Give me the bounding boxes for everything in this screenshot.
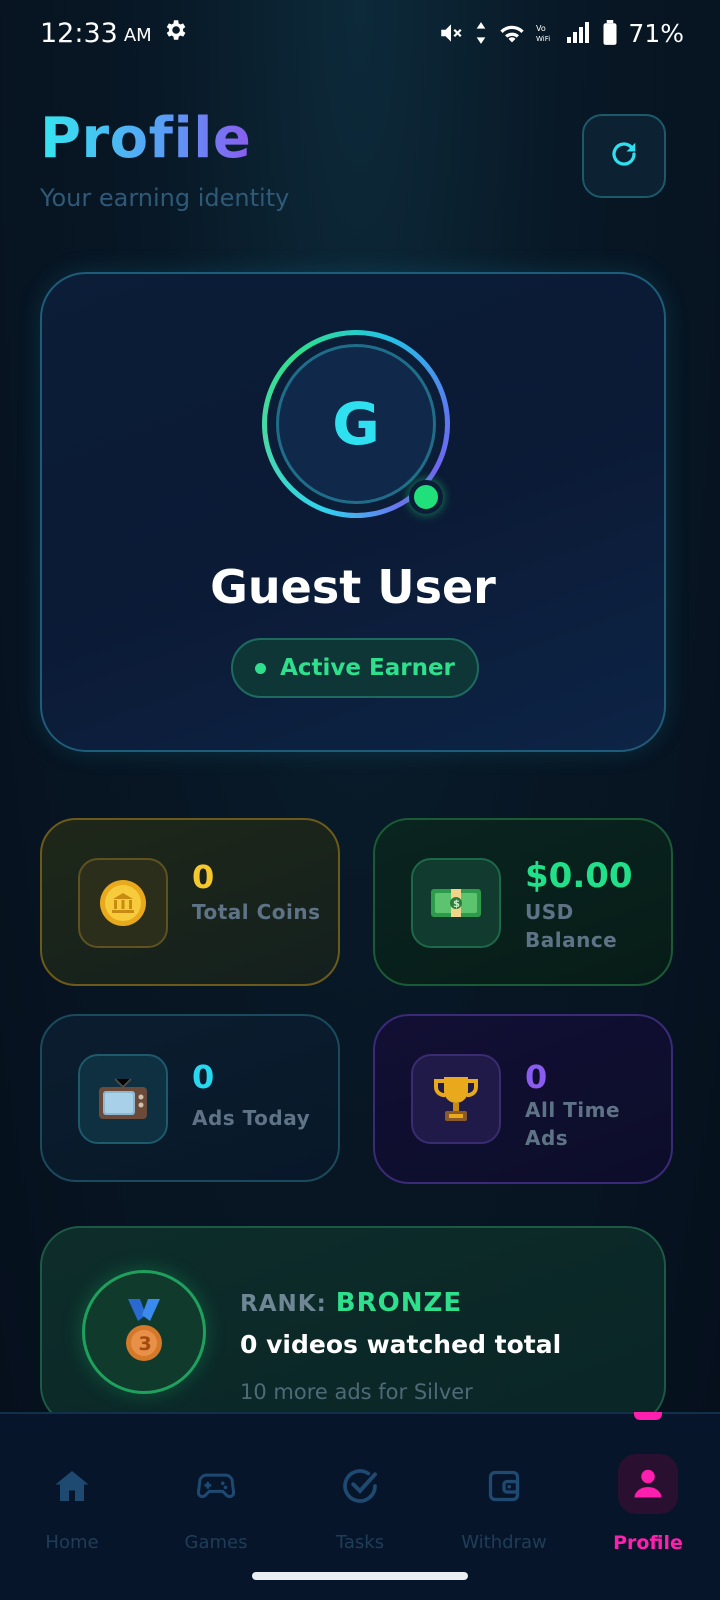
ads-today-value: 0 [192, 1058, 215, 1096]
coin-icon [78, 858, 168, 948]
nav-label-tasks: Tasks [335, 1532, 385, 1553]
svg-text:Vo: Vo [536, 24, 546, 33]
nav-item-games[interactable]: Games [144, 1454, 288, 1564]
nav-label-games: Games [184, 1532, 248, 1553]
nav-item-tasks[interactable]: Tasks [288, 1454, 432, 1564]
gamepad-icon [184, 1454, 248, 1518]
stat-card-coins: 0 Total Coins [40, 818, 340, 986]
tv-icon [78, 1054, 168, 1144]
nav-label-withdraw: Withdraw [461, 1532, 547, 1553]
refresh-button[interactable] [582, 114, 666, 198]
refresh-icon [609, 139, 639, 173]
all-time-label: All Time Ads [525, 1098, 621, 1150]
stat-card-usd: $ $0.00 USD Balance [373, 818, 673, 986]
signal-icon [566, 21, 592, 45]
trophy-icon [411, 1054, 501, 1144]
user-icon [618, 1454, 678, 1514]
page-title: Profile [40, 106, 252, 171]
battery-icon [602, 20, 618, 46]
status-right: Vo WiFi 71% [438, 19, 684, 48]
check-circle-icon [328, 1454, 392, 1518]
mute-icon [438, 20, 464, 46]
ads-today-label: Ads Today [192, 1106, 311, 1130]
rank-card: 3 RANK: BRONZE 0 videos watched total 10… [40, 1226, 666, 1426]
status-dot-icon [255, 662, 267, 674]
svg-text:WiFi: WiFi [536, 35, 550, 43]
money-icon: $ [411, 858, 501, 948]
status-badge: Active Earner [231, 638, 479, 698]
stat-card-ads-today: 0 Ads Today [40, 1014, 340, 1182]
settings-gear-icon [162, 17, 188, 50]
status-ampm: AM [123, 24, 152, 46]
status-bar: 12:33 AM Vo WiFi 71% [0, 0, 720, 66]
home-gesture-bar[interactable] [252, 1572, 468, 1580]
user-name: Guest User [210, 560, 496, 614]
rank-prefix: RANK: [240, 1291, 327, 1317]
nav-item-profile[interactable]: Profile [576, 1454, 720, 1564]
rank-line: RANK: BRONZE [240, 1288, 462, 1318]
nav-label-profile: Profile [613, 1532, 683, 1554]
online-status-dot [409, 480, 443, 514]
nav-item-home[interactable]: Home [0, 1454, 144, 1564]
status-badge-label: Active Earner [280, 655, 455, 681]
all-time-value: 0 [525, 1058, 548, 1096]
nav-item-withdraw[interactable]: Withdraw [432, 1454, 576, 1564]
profile-card: G Guest User Active Earner [40, 272, 666, 752]
wifi-icon [498, 21, 526, 45]
svg-text:3: 3 [139, 1333, 152, 1355]
battery-percent: 71% [628, 18, 684, 48]
home-icon [40, 1454, 104, 1518]
status-left: 12:33 AM [40, 17, 188, 50]
avatar-letter: G [276, 344, 436, 504]
usd-label: USD Balance [525, 900, 618, 952]
rank-total-videos: 0 videos watched total [240, 1330, 562, 1359]
profile-screen: 12:33 AM Vo WiFi 71% Profile Your earnin… [0, 0, 720, 1600]
nav-label-home: Home [45, 1532, 99, 1553]
bronze-medal-icon: 3 [82, 1270, 206, 1394]
usd-value: $0.00 [525, 856, 633, 896]
active-tab-indicator [634, 1412, 662, 1420]
svg-text:$: $ [453, 899, 460, 910]
rank-next-level: 10 more ads for Silver [240, 1380, 473, 1404]
coins-value: 0 [192, 858, 215, 896]
data-arrows-icon [474, 20, 488, 46]
wallet-icon [472, 1454, 536, 1518]
vowifi-icon: Vo WiFi [536, 21, 556, 45]
rank-value: BRONZE [335, 1288, 463, 1318]
stat-card-all-time-ads: 0 All Time Ads [373, 1014, 673, 1184]
coins-label: Total Coins [192, 900, 321, 924]
page-subtitle: Your earning identity [40, 184, 290, 212]
status-time: 12:33 [40, 17, 118, 49]
